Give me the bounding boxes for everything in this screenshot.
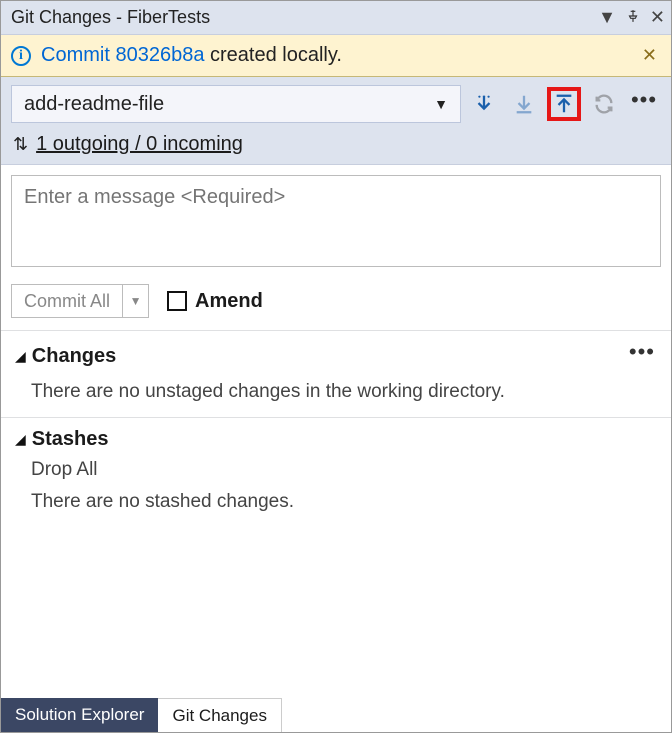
- panel-tabs: Solution Explorer Git Changes: [1, 698, 671, 732]
- chevron-down-icon: ▼: [434, 96, 448, 112]
- titlebar: Git Changes - FiberTests ▼ ✕: [1, 1, 671, 35]
- more-actions-button[interactable]: •••: [627, 87, 661, 121]
- changes-section: ◢ Changes ••• There are no unstaged chan…: [1, 331, 671, 418]
- ellipsis-icon: •••: [631, 89, 657, 119]
- commit-dropdown-button[interactable]: ▼: [122, 285, 148, 317]
- push-button[interactable]: [547, 87, 581, 121]
- titlebar-controls: ▼ ✕: [598, 7, 665, 28]
- changes-header[interactable]: ◢ Changes •••: [15, 341, 661, 371]
- notification-message: Commit 80326b8a created locally.: [41, 44, 638, 67]
- amend-label: Amend: [195, 290, 263, 313]
- changes-more-button[interactable]: •••: [629, 341, 655, 371]
- collapse-icon: ◢: [15, 348, 26, 365]
- commit-hash-link[interactable]: 80326b8a: [115, 44, 204, 66]
- amend-checkbox[interactable]: Amend: [167, 290, 263, 313]
- info-icon: i: [11, 46, 31, 66]
- pull-button[interactable]: [507, 87, 541, 121]
- branch-name: add-readme-file: [24, 93, 164, 116]
- spacer: [1, 527, 671, 698]
- up-down-arrows-icon: ⇅: [13, 134, 28, 155]
- changes-title: Changes: [32, 345, 629, 368]
- commit-link-suffix: created locally.: [204, 44, 341, 66]
- commit-controls-row: Commit All ▼ Amend: [11, 284, 661, 318]
- sync-button[interactable]: [587, 87, 621, 121]
- stashes-section: ◢ Stashes Drop All There are no stashed …: [1, 418, 671, 527]
- checkbox-icon: [167, 291, 187, 311]
- commit-link-prefix[interactable]: Commit: [41, 44, 115, 66]
- changes-empty-text: There are no unstaged changes in the wor…: [15, 381, 661, 403]
- collapse-icon: ◢: [15, 431, 26, 448]
- tab-git-changes[interactable]: Git Changes: [158, 698, 282, 732]
- tab-solution-explorer[interactable]: Solution Explorer: [1, 698, 158, 732]
- fetch-button[interactable]: [467, 87, 501, 121]
- commit-message-input[interactable]: [11, 175, 661, 267]
- commit-all-button[interactable]: Commit All ▼: [11, 284, 149, 318]
- commit-button-label: Commit All: [12, 285, 122, 317]
- outgoing-incoming-link[interactable]: 1 outgoing / 0 incoming: [36, 133, 243, 156]
- pin-icon[interactable]: [626, 7, 640, 28]
- branch-selector[interactable]: add-readme-file ▼: [11, 85, 461, 123]
- dismiss-notification-button[interactable]: ✕: [638, 45, 661, 66]
- close-icon[interactable]: ✕: [650, 7, 665, 28]
- branch-toolbar: add-readme-file ▼: [1, 77, 671, 165]
- sync-status-row: ⇅ 1 outgoing / 0 incoming: [11, 133, 661, 156]
- stashes-empty-text: There are no stashed changes.: [15, 491, 661, 513]
- notification-bar: i Commit 80326b8a created locally. ✕: [1, 35, 671, 77]
- stashes-title: Stashes: [32, 428, 661, 451]
- window-title: Git Changes - FiberTests: [11, 7, 598, 28]
- stashes-header[interactable]: ◢ Stashes: [15, 428, 661, 451]
- drop-all-link[interactable]: Drop All: [15, 459, 661, 481]
- commit-area: Commit All ▼ Amend: [1, 165, 671, 331]
- branch-row: add-readme-file ▼: [11, 85, 661, 123]
- dropdown-icon[interactable]: ▼: [598, 7, 616, 28]
